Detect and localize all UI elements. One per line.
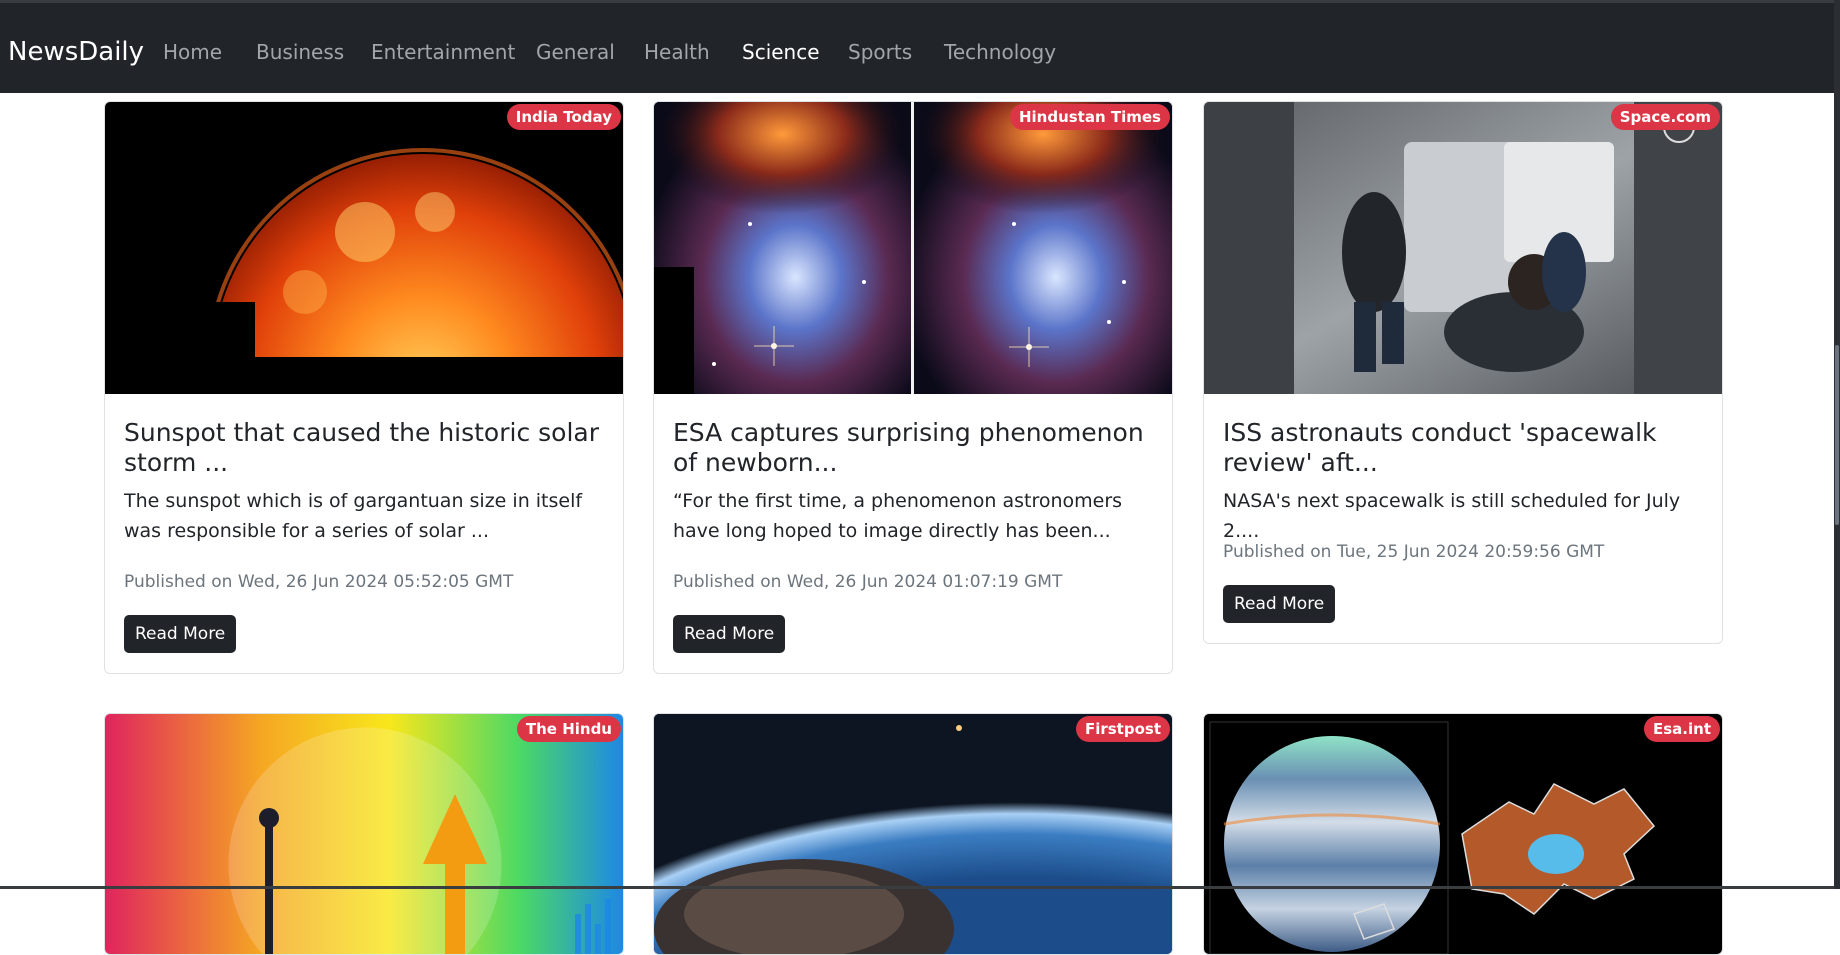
news-card: Space.com ISS astronauts conduct 'spacew… <box>1203 101 1723 644</box>
iss-interior-image <box>1204 102 1722 394</box>
article-image-earth[interactable] <box>654 714 1172 954</box>
source-badge: Firstpost <box>1075 716 1170 742</box>
read-more-button[interactable]: Read More <box>673 615 786 653</box>
nav-link-sports[interactable]: Sports <box>848 40 912 64</box>
card-title: ISS astronauts conduct 'spacewalk review… <box>1223 418 1657 477</box>
jupiter-image <box>1204 714 1722 954</box>
article-image-iss[interactable] <box>1204 102 1722 394</box>
nav-link-general[interactable]: General <box>536 40 615 64</box>
card-description: The sunspot which is of gargantuan size … <box>124 490 583 542</box>
earnings-season-image <box>105 714 623 954</box>
card-title: ESA captures surprising phenomenon of ne… <box>673 418 1144 477</box>
nav-link-health[interactable]: Health <box>644 40 710 64</box>
read-more-button[interactable]: Read More <box>1223 585 1336 623</box>
source-badge: The Hindu <box>516 716 621 742</box>
navbar: NewsDaily Home Business Entertainment Ge… <box>0 3 1834 93</box>
news-card: Esa.int <box>1203 713 1723 955</box>
source-badge: Space.com <box>1610 104 1720 130</box>
article-image-earnings[interactable] <box>105 714 623 954</box>
published-date: Published on Tue, 25 Jun 2024 20:59:56 G… <box>1223 542 1605 562</box>
news-card: The Hindu <box>104 713 624 955</box>
nebula-image <box>654 102 1172 394</box>
card-description: “For the first time, a phenomenon astron… <box>673 490 1123 542</box>
source-badge: India Today <box>506 104 621 130</box>
nav-link-home[interactable]: Home <box>163 40 222 64</box>
earth-asteroid-image <box>654 714 1172 954</box>
nav-link-science[interactable]: Science <box>742 40 820 64</box>
nav-link-business[interactable]: Business <box>256 40 344 64</box>
source-badge: Hindustan Times <box>1009 104 1170 130</box>
news-card: Hindustan Times ESA captures surprising … <box>653 101 1173 674</box>
news-card: Firstpost <box>653 713 1173 955</box>
card-title: Sunspot that caused the historic solar s… <box>124 418 600 477</box>
article-image-sun[interactable] <box>105 102 623 394</box>
nav-link-entertainment[interactable]: Entertainment <box>371 40 515 64</box>
nav-link-technology[interactable]: Technology <box>944 40 1056 64</box>
read-more-button[interactable]: Read More <box>124 615 237 653</box>
scrollbar-thumb[interactable] <box>1835 345 1839 525</box>
solar-image <box>105 102 623 394</box>
published-date: Published on Wed, 26 Jun 2024 05:52:05 G… <box>124 572 514 592</box>
card-description: NASA's next spacewalk is still scheduled… <box>1223 490 1681 542</box>
article-image-nebula[interactable] <box>654 102 1172 394</box>
brand-logo[interactable]: NewsDaily <box>8 36 144 68</box>
article-image-jupiter[interactable] <box>1204 714 1722 954</box>
source-badge: Esa.int <box>1644 716 1720 742</box>
published-date: Published on Wed, 26 Jun 2024 01:07:19 G… <box>673 572 1063 592</box>
news-card: India Today Sunspot that caused the hist… <box>104 101 624 674</box>
